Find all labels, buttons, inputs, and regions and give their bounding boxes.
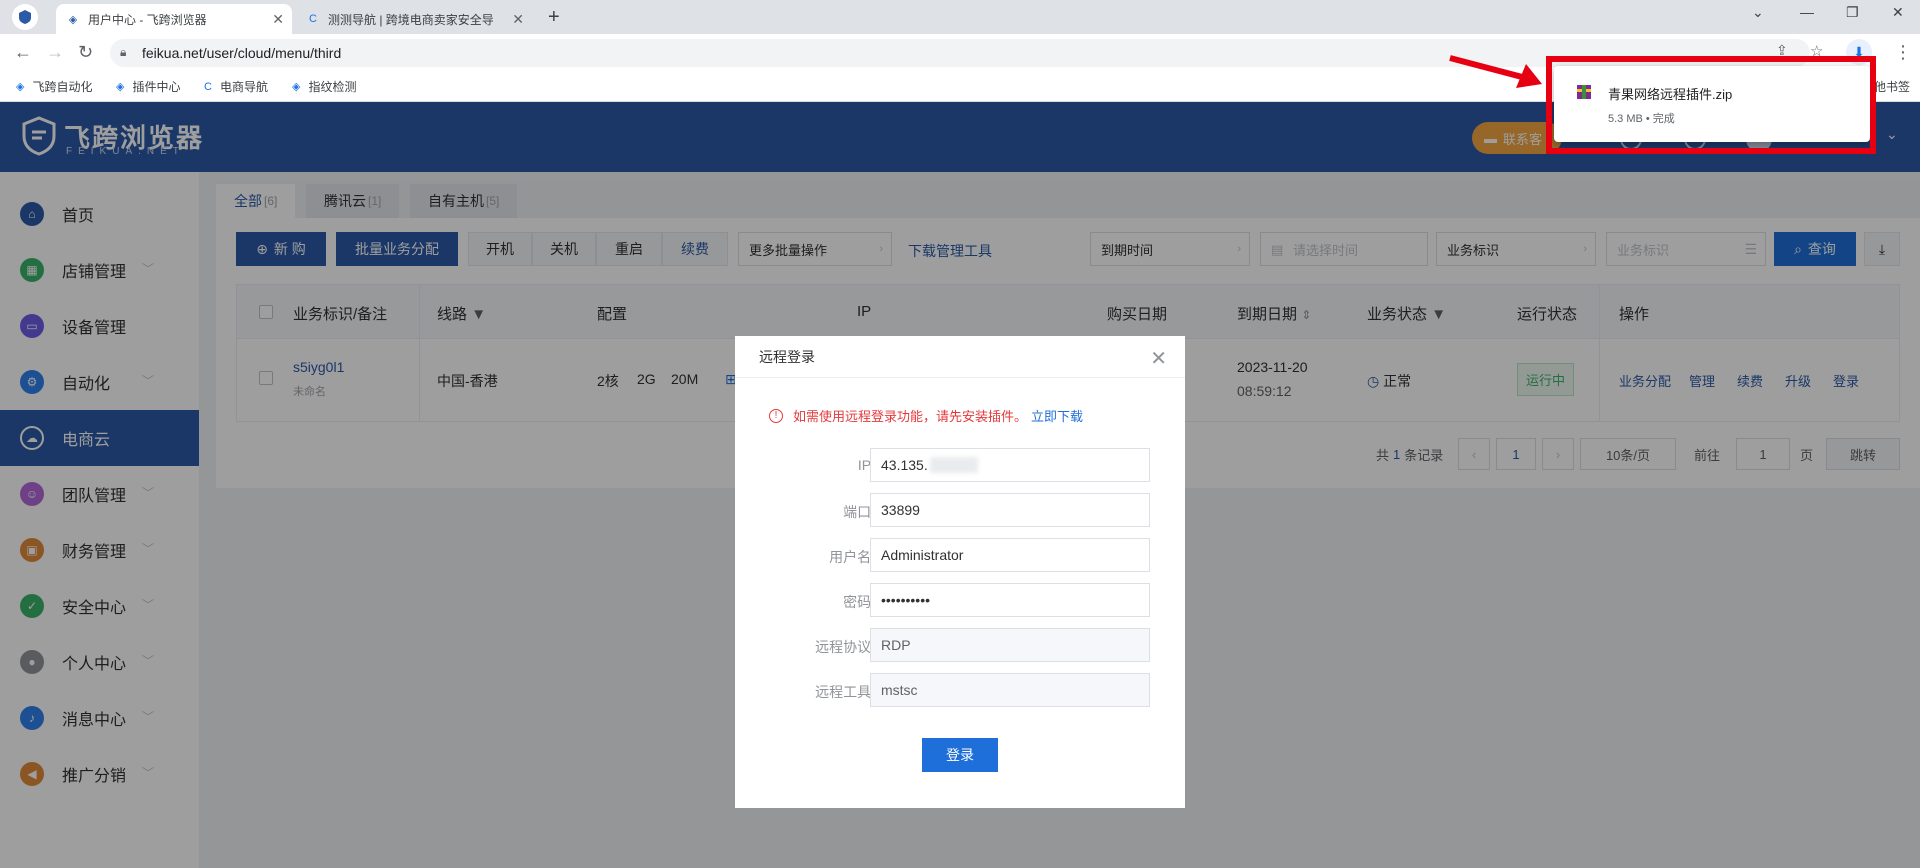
ip-label: IP: [857, 457, 875, 473]
ip-field[interactable]: 43.135. [870, 448, 1150, 482]
red-arrow-annotation [1449, 55, 1542, 88]
bookmark-label: 电商导航 [219, 80, 268, 94]
nav-favicon-icon: C [309, 13, 317, 25]
plugin-warning: ! 如需使用远程登录功能，请先安装插件。 立即下载 [769, 406, 1083, 425]
bookmark-item[interactable]: C 电商导航 [204, 78, 268, 95]
remote-tool-label: 远程工具: [815, 684, 875, 700]
new-tab-icon[interactable]: + [548, 6, 560, 29]
username-label: 用户名: [829, 549, 875, 565]
shield-bookmark-icon: ◈ [116, 81, 125, 93]
dialog-title: 远程登录 [759, 348, 815, 365]
tab-navigation[interactable]: C 测测导航 | 跨境电商卖家安全导 ✕ [296, 4, 532, 34]
lock-icon: 🔒︎ [120, 45, 127, 59]
bookmark-label: 指纹检测 [308, 80, 357, 94]
bookmark-item[interactable]: ◈ 飞跨自动化 [16, 78, 92, 95]
shield-bookmark-icon: ◈ [292, 81, 301, 93]
browser-tab-bar: ◈ 用户中心 - 飞跨浏览器 ✕ C 测测导航 | 跨境电商卖家安全导 ✕ + … [0, 0, 1920, 34]
password-label: 密码: [843, 594, 875, 610]
bookmark-item[interactable]: ◈ 指纹检测 [292, 78, 356, 95]
tab-title: 测测导航 | 跨境电商卖家安全导 [328, 12, 494, 27]
forward-icon[interactable]: → [46, 42, 64, 63]
other-bookmarks-label[interactable]: 他书签 [1874, 78, 1910, 95]
menu-dots-icon[interactable]: ⋮ [1894, 42, 1912, 63]
username-field[interactable]: Administrator [870, 538, 1150, 572]
protocol-label: 远程协议: [815, 639, 875, 655]
warning-text: 如需使用远程登录功能，请先安装插件。 [793, 409, 1028, 424]
port-field[interactable]: 33899 [870, 493, 1150, 527]
ip-value: 43.135. [881, 457, 928, 473]
login-button[interactable]: 登录 [922, 738, 998, 772]
port-label: 端口: [843, 504, 875, 520]
tab-user-center[interactable]: ◈ 用户中心 - 飞跨浏览器 ✕ [56, 4, 292, 34]
dialog-header: 远程登录 ✕ [735, 336, 1185, 378]
nav-bookmark-icon: C [204, 80, 212, 93]
bookmark-label: 飞跨自动化 [32, 80, 93, 94]
remote-login-dialog: 远程登录 ✕ ! 如需使用远程登录功能，请先安装插件。 立即下载 IP: 43.… [735, 336, 1185, 808]
tab-search-icon[interactable]: ⌄ [1752, 4, 1764, 21]
restore-icon[interactable]: ❐ [1846, 4, 1859, 21]
highlight-box [1546, 56, 1876, 154]
close-icon[interactable]: ✕ [1150, 346, 1167, 371]
back-icon[interactable]: ← [14, 42, 32, 63]
window-close-icon[interactable]: ✕ [1892, 4, 1904, 21]
bookmark-item[interactable]: ◈ 插件中心 [116, 78, 180, 95]
password-field[interactable]: •••••••••• [870, 583, 1150, 617]
remote-tool-field: mstsc [870, 673, 1150, 707]
tab-title: 用户中心 - 飞跨浏览器 [88, 12, 207, 27]
close-icon[interactable]: ✕ [272, 11, 284, 28]
protocol-field: RDP [870, 628, 1150, 662]
redacted-mask [929, 457, 978, 473]
minimize-icon[interactable]: — [1800, 4, 1814, 20]
reload-icon[interactable]: ↻ [78, 42, 93, 63]
shield-bookmark-icon: ◈ [16, 81, 25, 93]
download-now-link[interactable]: 立即下载 [1031, 406, 1083, 425]
close-icon[interactable]: ✕ [512, 11, 524, 28]
warning-icon: ! [769, 408, 783, 423]
bookmark-label: 插件中心 [132, 80, 181, 94]
feikua-favicon-icon: ◈ [68, 13, 78, 26]
url-text: feikua.net/user/cloud/menu/third [142, 45, 342, 61]
browser-profile-icon[interactable] [12, 4, 38, 30]
